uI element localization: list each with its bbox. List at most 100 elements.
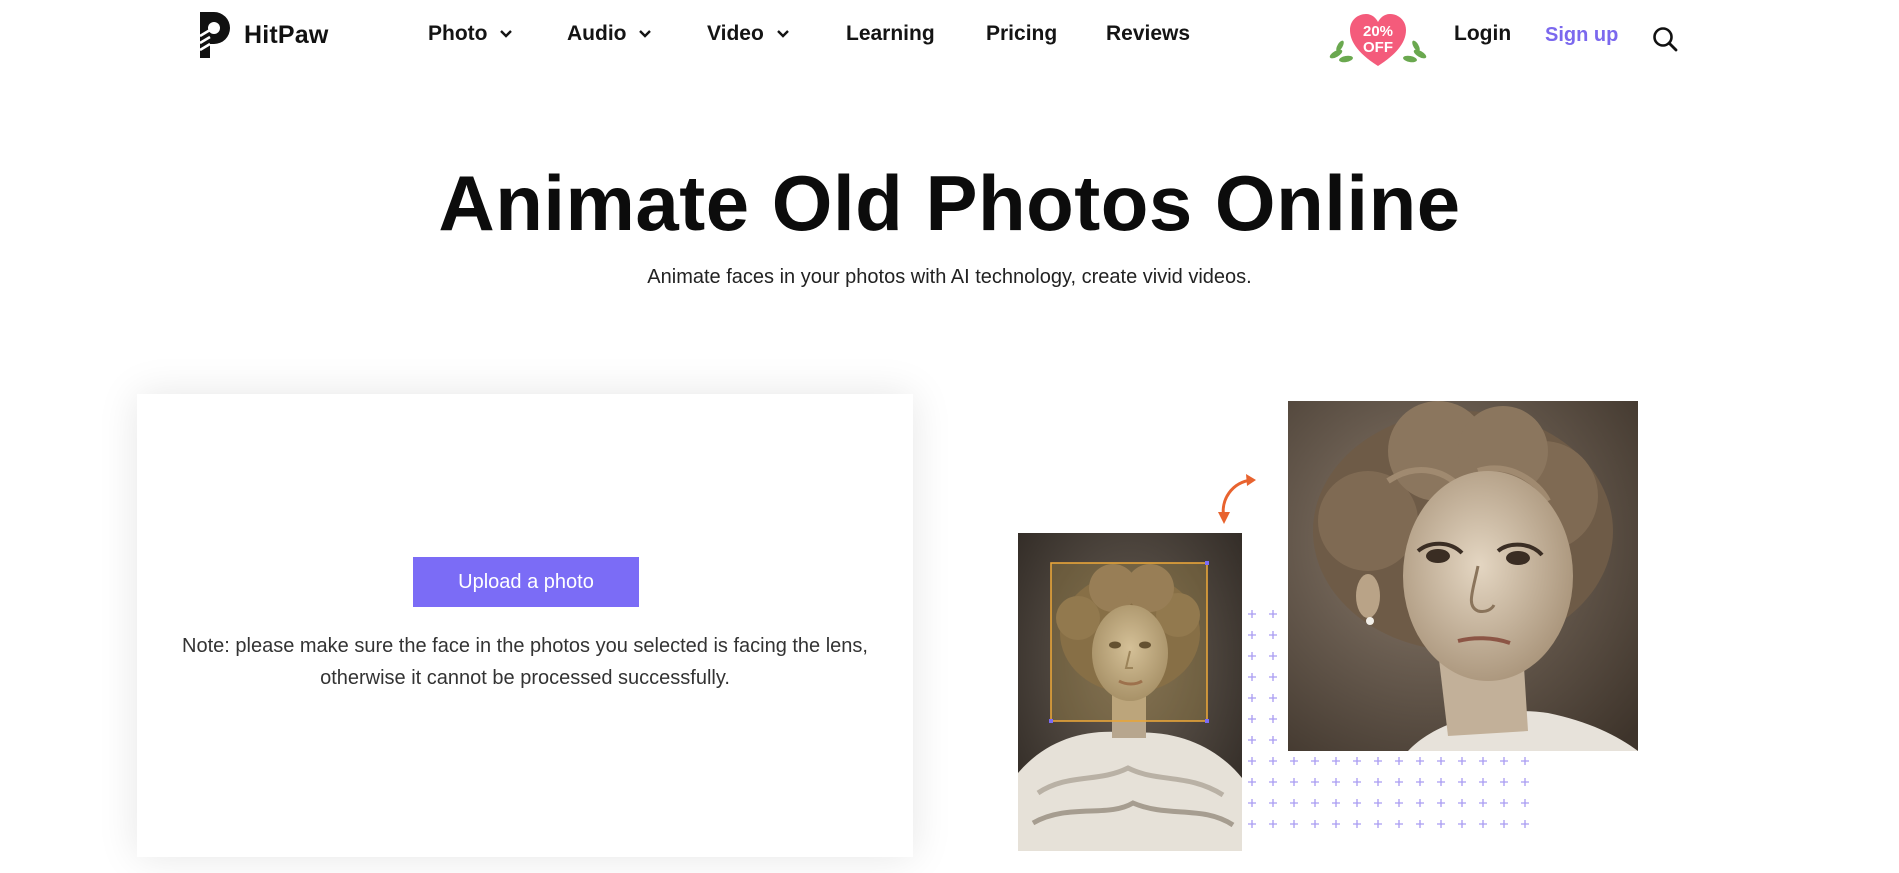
nav-item-label: Photo <box>428 22 488 45</box>
plus-mark <box>1395 820 1403 828</box>
brand-name: HitPaw <box>244 20 329 49</box>
plus-mark <box>1269 694 1277 702</box>
plus-mark <box>1248 610 1256 618</box>
nav-item-pricing[interactable]: Pricing <box>986 22 1057 46</box>
plus-mark <box>1269 673 1277 681</box>
nav-item-reviews[interactable]: Reviews <box>1106 22 1190 46</box>
site-header: HitPaw Photo Audio Video Learning Pricin… <box>0 0 1899 74</box>
plus-mark <box>1458 757 1466 765</box>
plus-mark <box>1521 757 1529 765</box>
plus-mark <box>1248 778 1256 786</box>
plus-mark <box>1269 778 1277 786</box>
promo-badge[interactable]: 20% OFF <box>1326 10 1430 68</box>
plus-mark <box>1437 799 1445 807</box>
plus-mark <box>1269 799 1277 807</box>
hitpaw-logo-icon <box>199 12 230 58</box>
plus-mark <box>1416 820 1424 828</box>
plus-mark <box>1311 820 1319 828</box>
nav-item-label: Pricing <box>986 22 1058 45</box>
upload-photo-button[interactable]: Upload a photo <box>413 557 639 607</box>
signup-link[interactable]: Sign up <box>1545 24 1618 47</box>
upload-card: Upload a photo Note: please make sure th… <box>137 394 913 857</box>
plus-mark <box>1437 820 1445 828</box>
plus-mark <box>1479 799 1487 807</box>
plus-mark <box>1395 799 1403 807</box>
plus-mark <box>1248 757 1256 765</box>
plus-mark <box>1374 820 1382 828</box>
plus-mark <box>1269 736 1277 744</box>
nav-item-label: Video <box>707 22 764 45</box>
plus-mark <box>1332 820 1340 828</box>
plus-mark <box>1458 799 1466 807</box>
plus-mark <box>1311 778 1319 786</box>
plus-mark <box>1395 778 1403 786</box>
search-icon[interactable] <box>1652 26 1678 52</box>
plus-mark <box>1353 799 1361 807</box>
nav-item-learning[interactable]: Learning <box>846 22 935 46</box>
original-portrait-image <box>1018 533 1242 851</box>
plus-mark <box>1416 757 1424 765</box>
plus-mark <box>1269 820 1277 828</box>
plus-mark <box>1311 799 1319 807</box>
plus-mark <box>1479 757 1487 765</box>
upload-note: Note: please make sure the face in the p… <box>182 635 868 689</box>
plus-mark <box>1311 757 1319 765</box>
nav-item-label: Learning <box>846 22 935 45</box>
plus-mark <box>1248 631 1256 639</box>
plus-mark <box>1290 778 1298 786</box>
plus-mark <box>1500 820 1508 828</box>
plus-mark <box>1353 820 1361 828</box>
plus-mark <box>1353 757 1361 765</box>
promo-off: OFF <box>1363 39 1393 56</box>
brand-logo[interactable]: HitPaw <box>196 10 329 60</box>
plus-mark <box>1290 820 1298 828</box>
plus-mark <box>1290 799 1298 807</box>
plus-mark <box>1353 778 1361 786</box>
login-link[interactable]: Login <box>1454 22 1511 46</box>
plus-mark <box>1521 799 1529 807</box>
plus-mark <box>1479 820 1487 828</box>
animated-portrait-image <box>1288 401 1638 751</box>
curved-arrow-icon <box>1218 474 1256 524</box>
plus-mark <box>1332 799 1340 807</box>
plus-mark <box>1500 757 1508 765</box>
plus-mark <box>1479 778 1487 786</box>
plus-mark <box>1458 778 1466 786</box>
plus-mark <box>1332 778 1340 786</box>
plus-mark <box>1374 778 1382 786</box>
page-title: Animate Old Photos Online <box>438 159 1461 247</box>
plus-mark <box>1416 778 1424 786</box>
page-subtitle: Animate faces in your photos with AI tec… <box>647 266 1252 288</box>
plus-mark <box>1269 652 1277 660</box>
nav-item-audio[interactable]: Audio <box>567 22 652 46</box>
nav-item-video[interactable]: Video <box>707 22 790 46</box>
nav-item-photo[interactable]: Photo <box>428 22 513 46</box>
plus-mark <box>1248 715 1256 723</box>
plus-mark <box>1269 631 1277 639</box>
plus-mark <box>1500 778 1508 786</box>
chevron-down-icon <box>639 30 652 38</box>
plus-mark <box>1521 820 1529 828</box>
nav-item-label: Reviews <box>1106 22 1191 45</box>
plus-mark <box>1416 799 1424 807</box>
plus-mark <box>1248 736 1256 744</box>
plus-mark <box>1269 715 1277 723</box>
plus-mark <box>1395 757 1403 765</box>
plus-mark <box>1248 799 1256 807</box>
promo-percent: 20% <box>1362 23 1394 40</box>
plus-mark <box>1269 757 1277 765</box>
plus-mark <box>1437 757 1445 765</box>
chevron-down-icon <box>500 30 513 38</box>
plus-mark <box>1248 694 1256 702</box>
plus-mark <box>1248 673 1256 681</box>
nav-item-label: Audio <box>567 22 627 45</box>
plus-mark <box>1374 757 1382 765</box>
plus-mark <box>1458 820 1466 828</box>
plus-mark <box>1332 757 1340 765</box>
original-photo <box>1018 533 1242 851</box>
plus-mark <box>1290 757 1298 765</box>
plus-mark <box>1437 778 1445 786</box>
plus-mark <box>1248 820 1256 828</box>
plus-mark <box>1269 610 1277 618</box>
chevron-down-icon <box>776 30 789 38</box>
